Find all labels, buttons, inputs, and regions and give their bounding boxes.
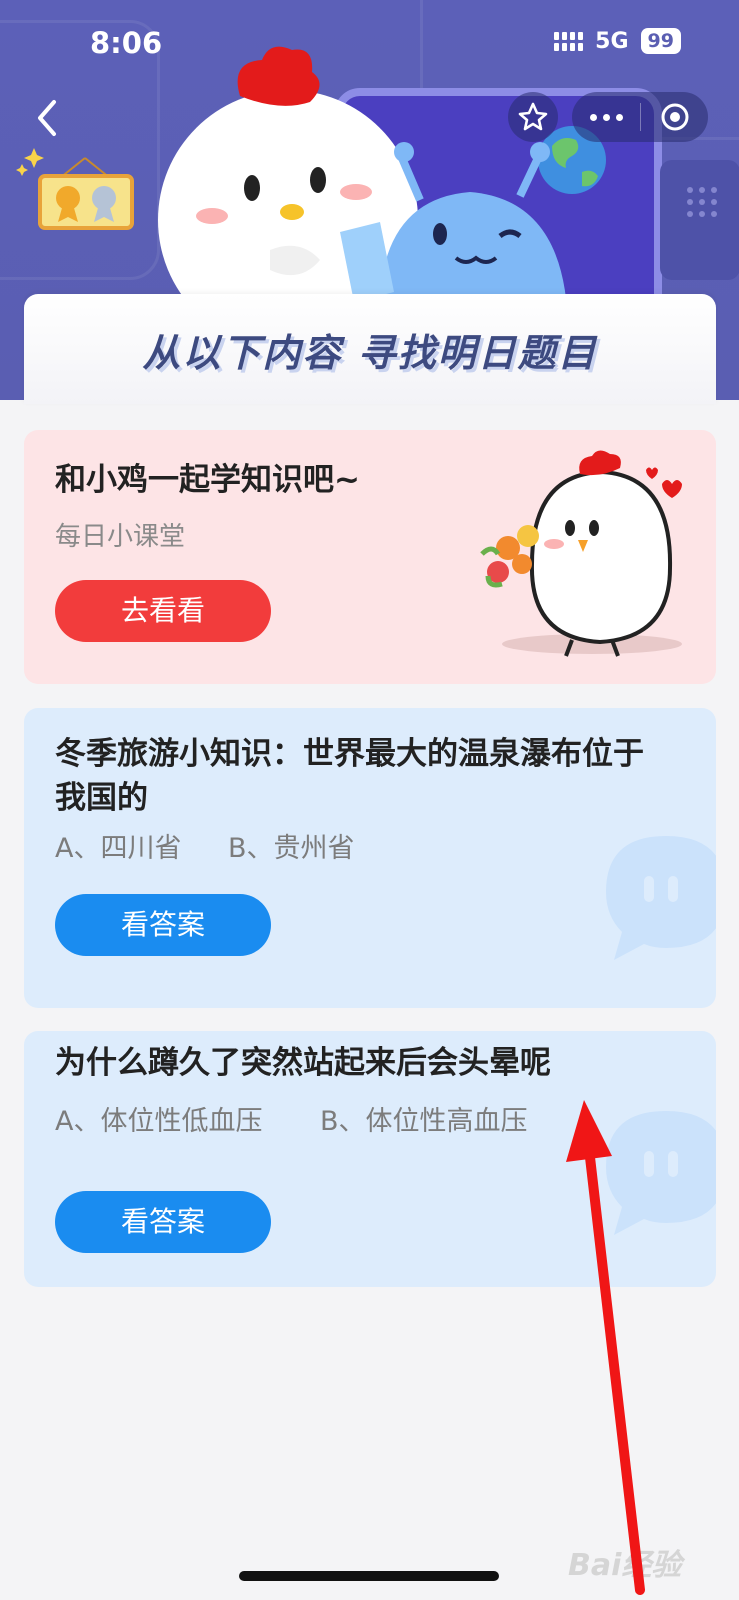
app-screen: 8:06 5G 99 从以下内容 寻找明日题目 和小鸡一起学知识吧~ 每日小课堂…: [0, 0, 739, 1600]
chat-bubble-icon: [606, 836, 716, 960]
question-title: 为什么蹲久了突然站起来后会头晕呢: [55, 1045, 551, 1081]
favorite-button[interactable]: [508, 92, 558, 142]
star-icon: [518, 102, 548, 131]
lesson-title: 和小鸡一起学知识吧~: [55, 462, 360, 498]
status-bar: 8:06 5G 99: [0, 0, 739, 90]
question-card[interactable]: 冬季旅游小知识：世界最大的温泉瀑布位于我国的 A、四川省 B、贵州省 看答案: [24, 708, 716, 1008]
more-button[interactable]: [572, 92, 640, 142]
title-banner: 从以下内容 寻找明日题目: [24, 294, 716, 404]
option-a: A、体位性低血压: [55, 1106, 263, 1137]
option-b: B、体位性高血压: [320, 1106, 528, 1137]
close-mini-program-button[interactable]: [641, 92, 708, 142]
view-answer-button[interactable]: 看答案: [55, 1191, 271, 1253]
chicken-with-flowers-icon: [480, 450, 682, 657]
option-b: B、贵州省: [228, 833, 355, 864]
lesson-subtitle: 每日小课堂: [55, 522, 186, 552]
daily-lesson-card[interactable]: 和小鸡一起学知识吧~ 每日小课堂 去看看: [24, 430, 716, 684]
back-button[interactable]: [30, 96, 70, 140]
banner-title: 从以下内容 寻找明日题目: [142, 331, 598, 375]
home-indicator[interactable]: [239, 1571, 499, 1581]
chevron-left-icon: [38, 100, 56, 136]
status-indicators: 5G 99: [554, 28, 681, 54]
status-time: 8:06: [90, 26, 163, 60]
medal-sign-icon: [16, 148, 134, 230]
annotation-arrow-icon: [566, 1100, 645, 1595]
mini-program-capsule: [572, 92, 708, 142]
target-close-icon: [661, 103, 688, 131]
network-type: 5G: [595, 28, 629, 54]
more-dots-icon: [589, 113, 597, 121]
option-a: A、四川省: [55, 833, 182, 864]
signal-icon: [554, 31, 584, 51]
view-answer-button[interactable]: 看答案: [55, 894, 271, 956]
question-title: 冬季旅游小知识：世界最大的温泉瀑布位于我国的: [55, 736, 644, 816]
battery-level: 99: [640, 28, 681, 54]
go-see-button[interactable]: 去看看: [55, 580, 271, 642]
